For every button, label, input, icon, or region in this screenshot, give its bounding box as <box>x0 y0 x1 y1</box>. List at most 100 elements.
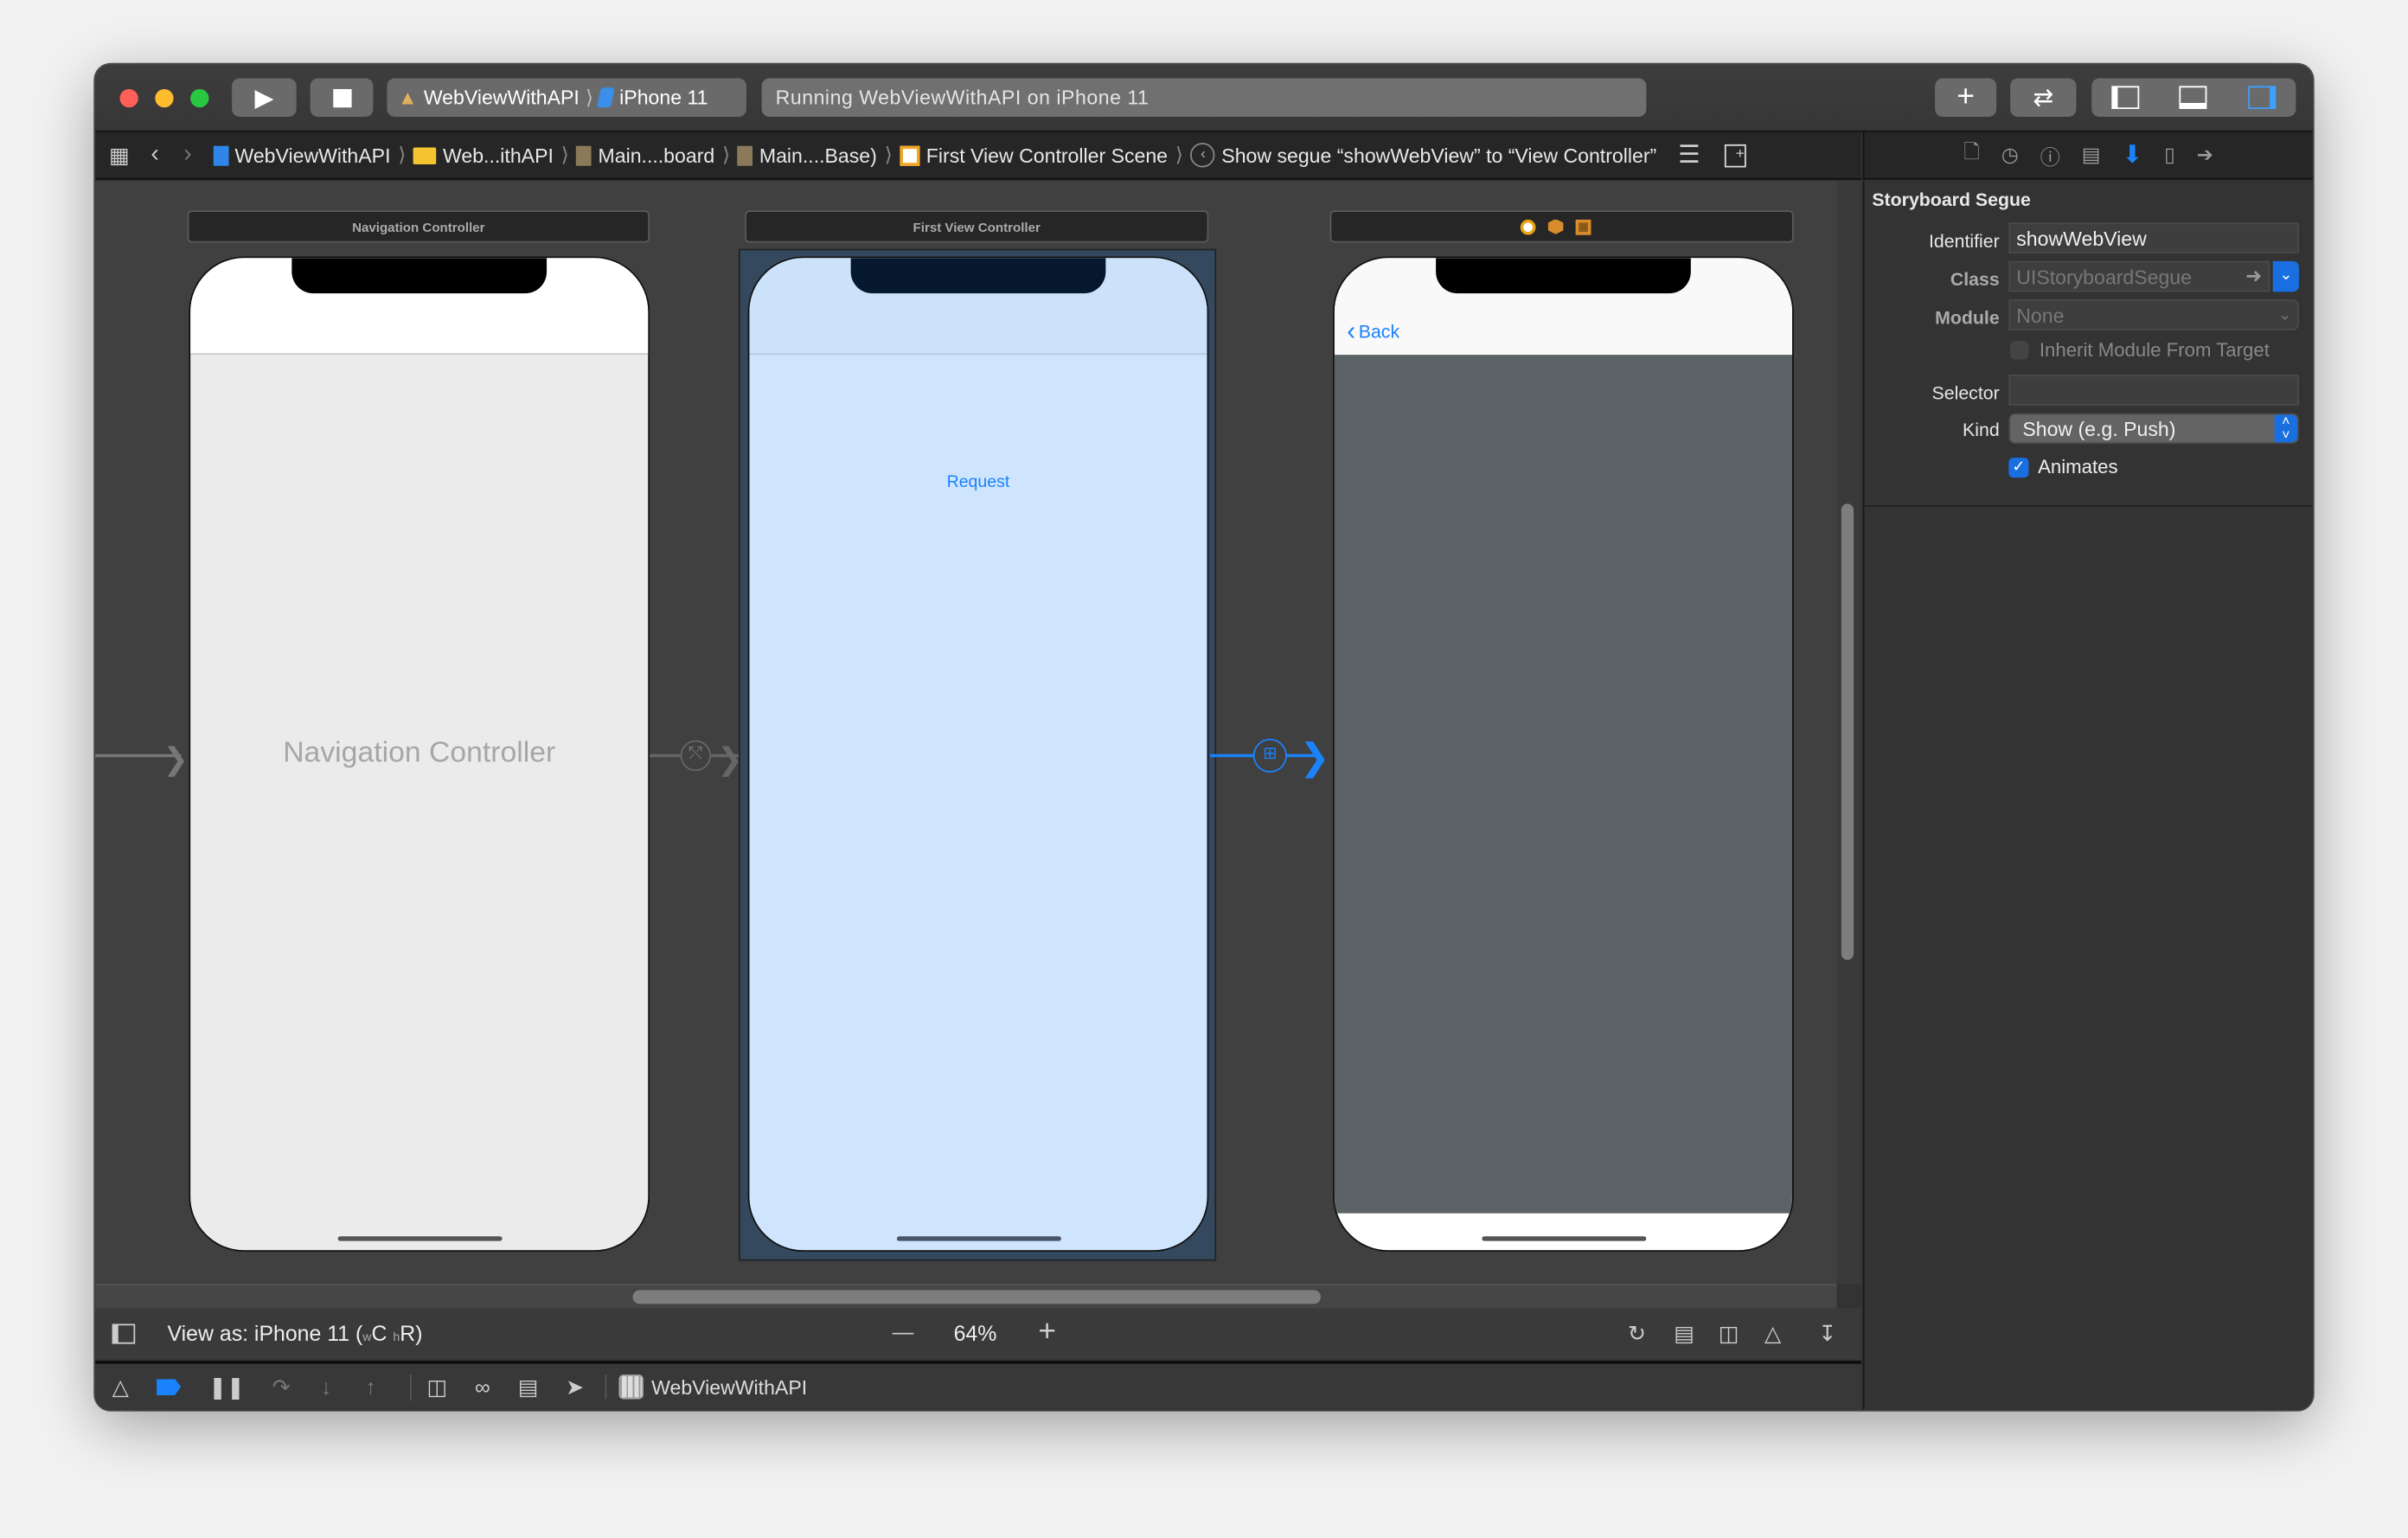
inherit-module-checkbox[interactable] <box>2010 341 2029 360</box>
section-title: Storyboard Segue <box>1872 189 2031 211</box>
minimize-button[interactable] <box>155 88 174 108</box>
size-class-r: R) <box>400 1320 423 1346</box>
stop-button[interactable] <box>310 78 374 117</box>
zoom-out-button[interactable]: — <box>893 1319 914 1343</box>
embed-in-icon[interactable]: ↧ <box>1818 1321 1836 1347</box>
scene-header-view-controller[interactable] <box>1329 210 1794 243</box>
animates-label: Animates <box>2038 456 2118 478</box>
zoom-in-button[interactable]: + <box>1038 1315 1056 1350</box>
process-selector[interactable]: WebViewWithAPI <box>605 1375 807 1400</box>
navigation-controller-scene[interactable]: Navigation Controller <box>189 256 650 1253</box>
code-review-button[interactable]: ⇄ <box>2010 78 2077 117</box>
document-outline-toggle-icon[interactable] <box>112 1323 136 1344</box>
exit-icon[interactable] <box>1575 219 1591 234</box>
view-hierarchy-icon[interactable]: ◫ <box>410 1374 447 1400</box>
navigator-toggle-icon[interactable] <box>2111 86 2140 110</box>
zoom-button[interactable] <box>190 88 209 108</box>
scene-icon <box>900 144 920 165</box>
class-label: Class <box>1950 268 2000 291</box>
breakpoints-toggle-icon[interactable] <box>156 1378 182 1396</box>
identity-inspector-icon[interactable]: ▤ <box>2082 143 2101 167</box>
kind-popup[interactable]: Show (e.g. Push) ˄ ˅ <box>2008 413 2299 445</box>
environment-overrides-icon[interactable]: ▤ <box>518 1374 538 1400</box>
size-class-w: w <box>362 1330 372 1344</box>
module-field[interactable]: None ⌄ <box>2008 299 2299 330</box>
add-editor-icon[interactable]: + <box>1724 144 1746 167</box>
related-items-grid-icon[interactable]: ▦ <box>109 142 129 168</box>
update-frames-icon[interactable]: ↻ <box>1628 1321 1646 1347</box>
storyboard-file-icon <box>576 144 592 165</box>
add-constraints-icon[interactable]: ◫ <box>1719 1321 1739 1347</box>
web-view-controller-scene[interactable]: ‹ Back <box>1333 256 1794 1253</box>
breadcrumb-label: Web...ithAPI <box>443 144 554 167</box>
canvas-bottom-bar: View as: iPhone 11 (wC hR) — 64% + ↻ ▤ ◫… <box>95 1308 1861 1360</box>
vertical-scrollbar[interactable] <box>1836 181 1861 1285</box>
relationship-segue-icon[interactable]: ⤲ <box>680 740 712 772</box>
step-into-icon[interactable]: ↓ <box>321 1375 331 1399</box>
plus-icon: + <box>1956 80 1976 114</box>
request-button[interactable]: Request <box>749 473 1207 491</box>
first-view-controller-scene[interactable]: Request <box>747 256 1209 1253</box>
align-icon[interactable]: ▤ <box>1674 1321 1694 1347</box>
inherit-module-label: Inherit Module From Target <box>2039 339 2270 362</box>
animates-checkbox[interactable]: ✓ <box>2008 458 2029 478</box>
vertical-scroll-thumb[interactable] <box>1841 503 1854 960</box>
toolbar: ▶ ▲ WebViewWithAPI ⟩ iPhone 11 Running W… <box>95 64 2313 132</box>
history-inspector-icon[interactable]: ◷ <box>2001 143 2019 167</box>
breadcrumb-scene[interactable]: First View Controller Scene <box>900 144 1168 167</box>
resolve-autolayout-icon[interactable]: △ <box>1764 1321 1781 1347</box>
activity-status: Running WebViewWithAPI on iPhone 11 <box>761 78 1647 117</box>
show-segue-icon[interactable]: ⊞ <box>1252 739 1287 773</box>
scene-header-navigation-controller[interactable]: Navigation Controller <box>187 210 650 243</box>
view-as-device-button[interactable]: View as: iPhone 11 (wC hR) <box>168 1321 423 1345</box>
document-outline-icon[interactable]: ☰ <box>1678 140 1700 171</box>
class-dropdown-button[interactable]: ⌄ <box>2272 260 2299 292</box>
size-inspector-icon[interactable]: ▯ <box>2164 143 2175 167</box>
scene-header-first-view-controller[interactable]: First View Controller <box>745 210 1209 243</box>
back-label: Back <box>1358 321 1400 343</box>
file-inspector-icon[interactable]: 🗋 <box>1963 138 1980 172</box>
attributes-inspector: Storyboard Segue Identifier showWebView … <box>1862 181 2313 1410</box>
pause-icon[interactable]: ❚❚ <box>208 1374 245 1400</box>
memory-graph-icon[interactable]: ∞ <box>475 1375 490 1399</box>
step-out-icon[interactable]: ↑ <box>366 1375 376 1399</box>
scheme-selector[interactable]: ▲ WebViewWithAPI ⟩ iPhone 11 <box>387 78 746 117</box>
zoom-level[interactable]: 64% <box>954 1321 997 1345</box>
first-responder-icon[interactable] <box>1547 219 1564 234</box>
horizontal-scroll-thumb[interactable] <box>632 1290 1321 1304</box>
forward-chevron-icon[interactable]: › <box>183 141 191 169</box>
attributes-inspector-icon[interactable]: ⬇ <box>2122 140 2142 171</box>
selector-field[interactable] <box>2008 375 2299 406</box>
inspector-toggle-icon[interactable] <box>2247 86 2276 110</box>
quick-help-icon[interactable]: ⓘ <box>2040 140 2060 170</box>
close-button[interactable] <box>119 88 138 108</box>
debug-bar: △ ❚❚ ↷ ↓ ↑ ◫ ∞ ▤ ➤ WebViewWithAPI <box>95 1361 1861 1410</box>
breadcrumb-storyboard[interactable]: Main....board <box>576 144 714 167</box>
simulate-location-icon[interactable]: ➤ <box>566 1374 584 1400</box>
breadcrumb-storyboard-base[interactable]: Main....Base) <box>737 144 877 167</box>
arrow-circle-icon[interactable]: ➜ <box>2245 264 2262 288</box>
arrow-head-icon: ❯ <box>1299 737 1330 779</box>
kind-label: Kind <box>1963 419 2000 441</box>
step-over-icon[interactable]: ↷ <box>272 1374 291 1400</box>
connections-inspector-icon[interactable]: ➔ <box>2197 143 2213 167</box>
swap-arrows-icon: ⇄ <box>2033 85 2054 112</box>
play-icon: ▶ <box>254 85 274 112</box>
identifier-field[interactable]: showWebView <box>2008 222 2299 253</box>
view-controller-icon[interactable] <box>1520 219 1536 234</box>
back-chevron-icon[interactable]: ‹ <box>150 141 158 169</box>
storyboard-file-icon <box>737 144 753 165</box>
class-field[interactable]: UIStoryboardSegue ➜ <box>2008 260 2270 292</box>
horizontal-scrollbar[interactable] <box>95 1284 1837 1309</box>
breadcrumb-project[interactable]: WebViewWithAPI <box>213 144 391 167</box>
breadcrumb-segue[interactable]: ‹ Show segue “showWebView” to “View Contr… <box>1190 143 1656 168</box>
back-button[interactable]: ‹ Back <box>1347 317 1399 348</box>
library-button[interactable]: + <box>1935 78 1997 117</box>
storyboard-canvas[interactable]: ❯ Navigation Controller Navigation Contr… <box>95 181 1837 1285</box>
run-button[interactable]: ▶ <box>232 78 297 117</box>
up-down-chevron-icon: ˄ ˅ <box>2274 413 2298 443</box>
debug-area-toggle-icon[interactable] <box>2180 86 2208 110</box>
module-placeholder: None <box>2016 303 2065 327</box>
hide-debug-area-icon[interactable]: △ <box>112 1374 129 1400</box>
breadcrumb-folder[interactable]: Web...ithAPI <box>413 144 554 167</box>
